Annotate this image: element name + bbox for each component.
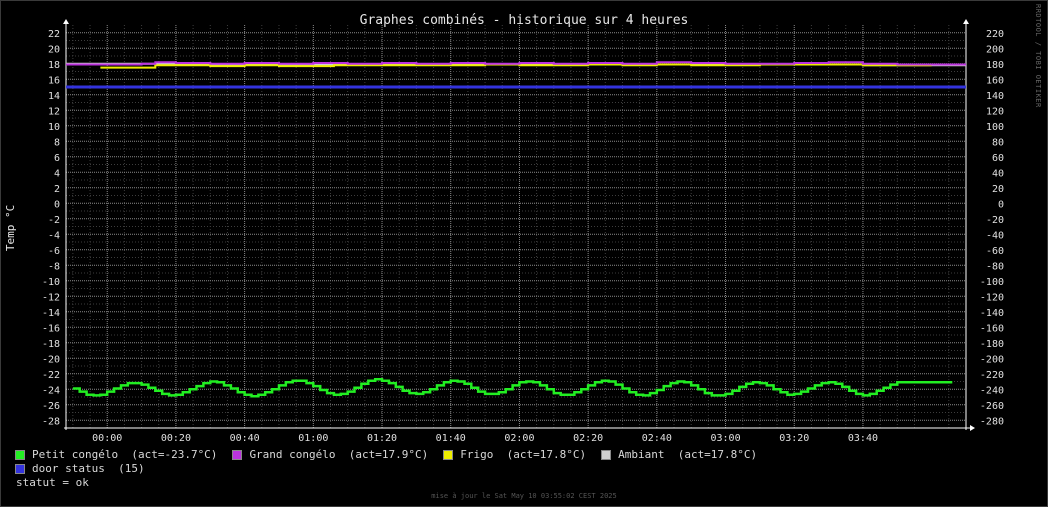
y-tick-label: -14 bbox=[42, 308, 60, 319]
y-tick-label: 16 bbox=[48, 75, 60, 86]
y2-tick-label: -120 bbox=[980, 292, 1004, 303]
y-axis-arrow bbox=[63, 19, 69, 24]
y2-tick-label: 40 bbox=[992, 168, 1004, 179]
y-tick-label: 6 bbox=[54, 153, 60, 164]
legend-item-petit-congelo: Petit congélo (act=-23.7°C) bbox=[15, 448, 217, 461]
y-tick-label: 12 bbox=[48, 106, 60, 117]
y2-tick-label: -160 bbox=[980, 323, 1004, 334]
y-tick-label: -20 bbox=[42, 354, 60, 365]
y2-tick-label: 80 bbox=[992, 137, 1004, 148]
y-tick-label: -10 bbox=[42, 277, 60, 288]
y2-tick-label: -280 bbox=[980, 416, 1004, 427]
y-tick-label: -6 bbox=[48, 246, 60, 257]
y-tick-label: -18 bbox=[42, 339, 60, 350]
chart-title: Graphes combinés - historique sur 4 heur… bbox=[360, 13, 689, 28]
y2-tick-label: 140 bbox=[986, 91, 1004, 102]
y-tick-label: -28 bbox=[42, 416, 60, 427]
y2-tick-label: -100 bbox=[980, 277, 1004, 288]
y-tick-label: 14 bbox=[48, 91, 60, 102]
legend-item-door-status: door status (15) bbox=[15, 462, 145, 475]
x-tick-label: 01:00 bbox=[298, 433, 328, 444]
y2-tick-label: -40 bbox=[986, 230, 1004, 241]
update-timestamp: mise à jour le Sat May 10 03:55:02 CEST … bbox=[431, 492, 617, 500]
legend-swatch-door-status bbox=[15, 463, 25, 474]
x-tick-label: 00:00 bbox=[92, 433, 122, 444]
legend-label-frigo: Frigo (act=17.8°C) bbox=[460, 448, 587, 461]
legend-label-door-status: door status (15) bbox=[32, 462, 145, 475]
x-tick-label: 03:40 bbox=[848, 433, 878, 444]
y-tick-label: 8 bbox=[54, 137, 60, 148]
y2-tick-label: -140 bbox=[980, 308, 1004, 319]
chart-canvas: 22 22020 20018 18016 16014 14012 12010 1008 806 6… bbox=[4, 13, 1004, 444]
y2-tick-label: 20 bbox=[992, 184, 1004, 195]
y-tick-label: -2 bbox=[48, 215, 60, 226]
x-tick-label: 00:20 bbox=[161, 433, 191, 444]
legend-swatch-frigo bbox=[443, 449, 454, 460]
legend-swatch-ambiant bbox=[601, 449, 612, 460]
x-tick-label: 02:40 bbox=[642, 433, 672, 444]
x-tick-label: 00:40 bbox=[230, 433, 260, 444]
y-tick-label: -26 bbox=[42, 401, 60, 412]
y2-tick-label: -240 bbox=[980, 385, 1004, 396]
y2-tick-label: -20 bbox=[986, 215, 1004, 226]
legend-item-ambiant: Ambiant (act=17.8°C) bbox=[601, 448, 757, 461]
y2-tick-label: -220 bbox=[980, 370, 1004, 381]
y2-tick-label: 0 bbox=[998, 199, 1004, 210]
y2-tick-label: -180 bbox=[980, 339, 1004, 350]
y2-tick-label: -260 bbox=[980, 401, 1004, 412]
y2-tick-label: 160 bbox=[986, 75, 1004, 86]
y2-tick-label: 180 bbox=[986, 60, 1004, 71]
x-tick-label: 01:40 bbox=[436, 433, 466, 444]
y2-tick-label: -80 bbox=[986, 261, 1004, 272]
y-tick-label: 10 bbox=[48, 122, 60, 133]
legend-row-1: Petit congélo (act=-23.7°C) Grand congél… bbox=[15, 448, 772, 461]
y2-tick-label: 120 bbox=[986, 106, 1004, 117]
legend-label-petit-congelo: Petit congélo (act=-23.7°C) bbox=[32, 448, 218, 461]
legend-row-2: door status (15) bbox=[15, 462, 160, 475]
y-tick-label: -22 bbox=[42, 370, 60, 381]
x-axis-arrow bbox=[970, 425, 975, 431]
y2-tick-label: -200 bbox=[980, 354, 1004, 365]
legend-item-grand-congelo: Grand congélo (act=17.9°C) bbox=[232, 448, 428, 461]
x-tick-label: 01:20 bbox=[367, 433, 397, 444]
y2-tick-label: -60 bbox=[986, 246, 1004, 257]
y-tick-label: 2 bbox=[54, 184, 60, 195]
y-tick-label: 0 bbox=[54, 199, 60, 210]
y-tick-label: 20 bbox=[48, 44, 60, 55]
y-tick-label: 22 bbox=[48, 29, 60, 40]
y-axis-label: Temp °C bbox=[4, 205, 17, 251]
y2-tick-label: 100 bbox=[986, 122, 1004, 133]
legend-label-grand-congelo: Grand congélo (act=17.9°C) bbox=[249, 448, 429, 461]
x-tick-label: 02:20 bbox=[573, 433, 603, 444]
y-tick-label: 18 bbox=[48, 60, 60, 71]
legend-swatch-grand-congelo bbox=[232, 449, 243, 460]
y-tick-label: -16 bbox=[42, 323, 60, 334]
legend-swatch-petit-congelo bbox=[15, 449, 25, 460]
y2-tick-label: 200 bbox=[986, 44, 1004, 55]
x-tick-label: 03:20 bbox=[779, 433, 809, 444]
x-tick-label: 02:00 bbox=[504, 433, 534, 444]
legend-label-ambiant: Ambiant (act=17.8°C) bbox=[618, 448, 758, 461]
y-tick-label: -4 bbox=[48, 230, 60, 241]
status-text: statut = ok bbox=[16, 476, 89, 489]
x-tick-label: 03:00 bbox=[710, 433, 740, 444]
y2-tick-label: 220 bbox=[986, 29, 1004, 40]
y-tick-label: -8 bbox=[48, 261, 60, 272]
y-tick-label: -12 bbox=[42, 292, 60, 303]
y2-axis-arrow bbox=[963, 19, 969, 24]
y-tick-label: 4 bbox=[54, 168, 60, 179]
y2-tick-label: 60 bbox=[992, 153, 1004, 164]
rrdtool-watermark: RRDTOOL / TOBI OETIKER bbox=[1034, 4, 1042, 108]
y-tick-label: -24 bbox=[42, 385, 60, 396]
legend-item-frigo: Frigo (act=17.8°C) bbox=[443, 448, 586, 461]
